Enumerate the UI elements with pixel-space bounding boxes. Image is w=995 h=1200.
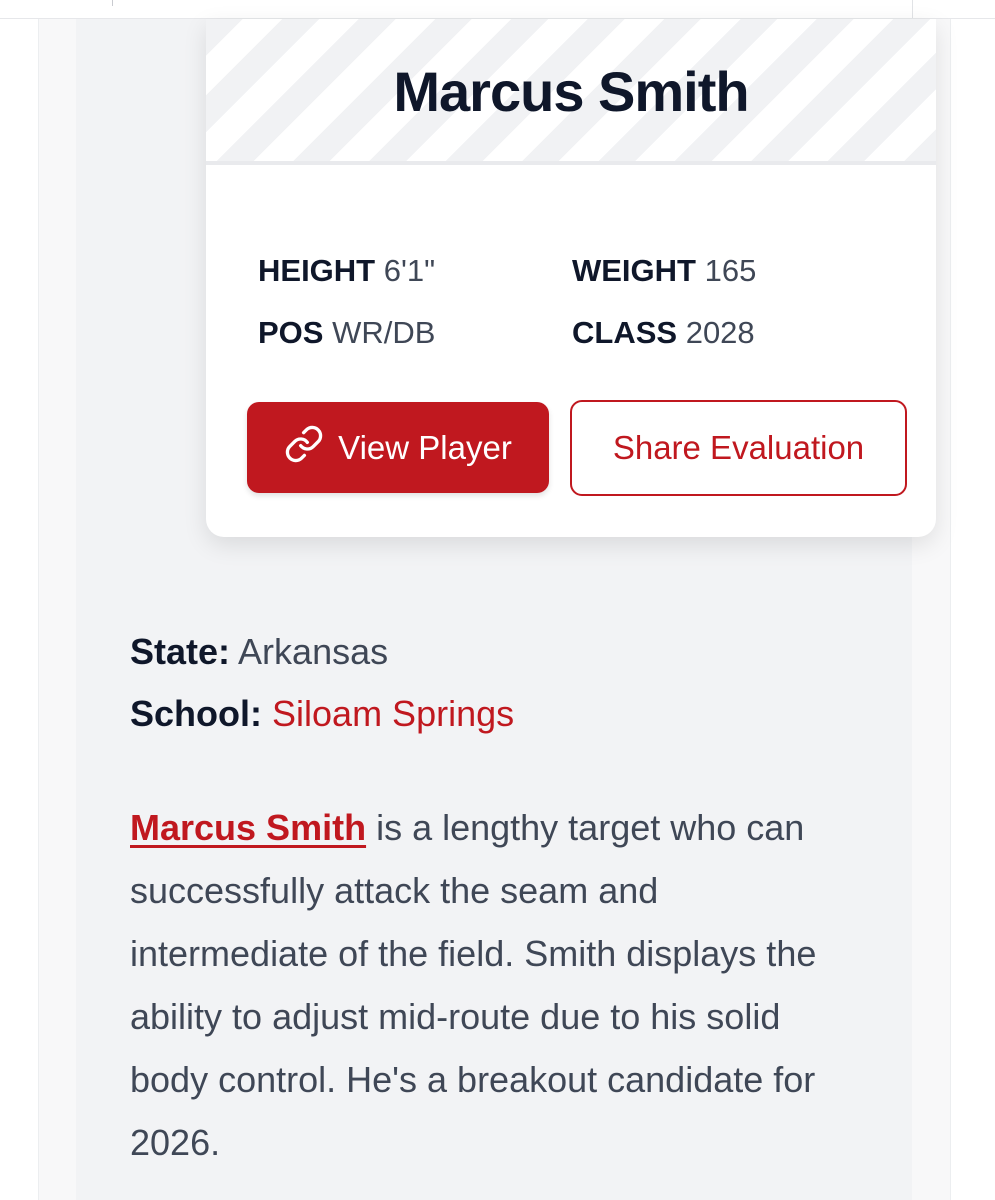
player-name-link[interactable]: Marcus Smith <box>130 807 366 848</box>
stat-class-label: CLASS <box>572 315 678 350</box>
share-evaluation-button[interactable]: Share Evaluation <box>570 400 907 496</box>
stat-position-value: WR/DB <box>332 315 436 350</box>
state-value: Arkansas <box>238 631 389 672</box>
left-gutter <box>38 19 77 1200</box>
stat-weight-label: WEIGHT <box>572 253 696 288</box>
stat-position: POS WR/DB <box>258 315 435 351</box>
player-card-header: Marcus Smith <box>206 19 936 165</box>
stat-class: CLASS 2028 <box>572 315 755 351</box>
view-player-button[interactable]: View Player <box>247 402 549 493</box>
stat-height-value: 6'1" <box>383 253 436 288</box>
school-row: School: Siloam Springs <box>130 693 514 735</box>
stat-position-label: POS <box>258 315 324 350</box>
state-row: State: Arkansas <box>130 631 388 673</box>
view-player-label: View Player <box>338 428 512 466</box>
top-bar-divider <box>912 0 913 18</box>
player-bio: Marcus Smith is a lengthy target who can… <box>130 796 850 1174</box>
stat-height-label: HEIGHT <box>258 253 376 288</box>
player-name: Marcus Smith <box>393 60 749 123</box>
school-link[interactable]: Siloam Springs <box>272 693 514 734</box>
browser-top-bar <box>0 0 995 19</box>
player-card: Marcus Smith HEIGHT 6'1" WEIGHT 165 POS … <box>206 19 936 537</box>
share-evaluation-label: Share Evaluation <box>612 429 865 466</box>
stat-weight: WEIGHT 165 <box>572 253 756 289</box>
link-icon <box>284 424 324 472</box>
top-bar-divider <box>112 0 113 6</box>
stat-class-value: 2028 <box>685 315 755 350</box>
bio-text: is a lengthy target who can successfully… <box>130 807 817 1163</box>
state-label: State: <box>130 631 231 672</box>
school-label: School: <box>130 693 262 734</box>
stat-weight-value: 165 <box>704 253 757 288</box>
stat-height: HEIGHT 6'1" <box>258 253 435 289</box>
